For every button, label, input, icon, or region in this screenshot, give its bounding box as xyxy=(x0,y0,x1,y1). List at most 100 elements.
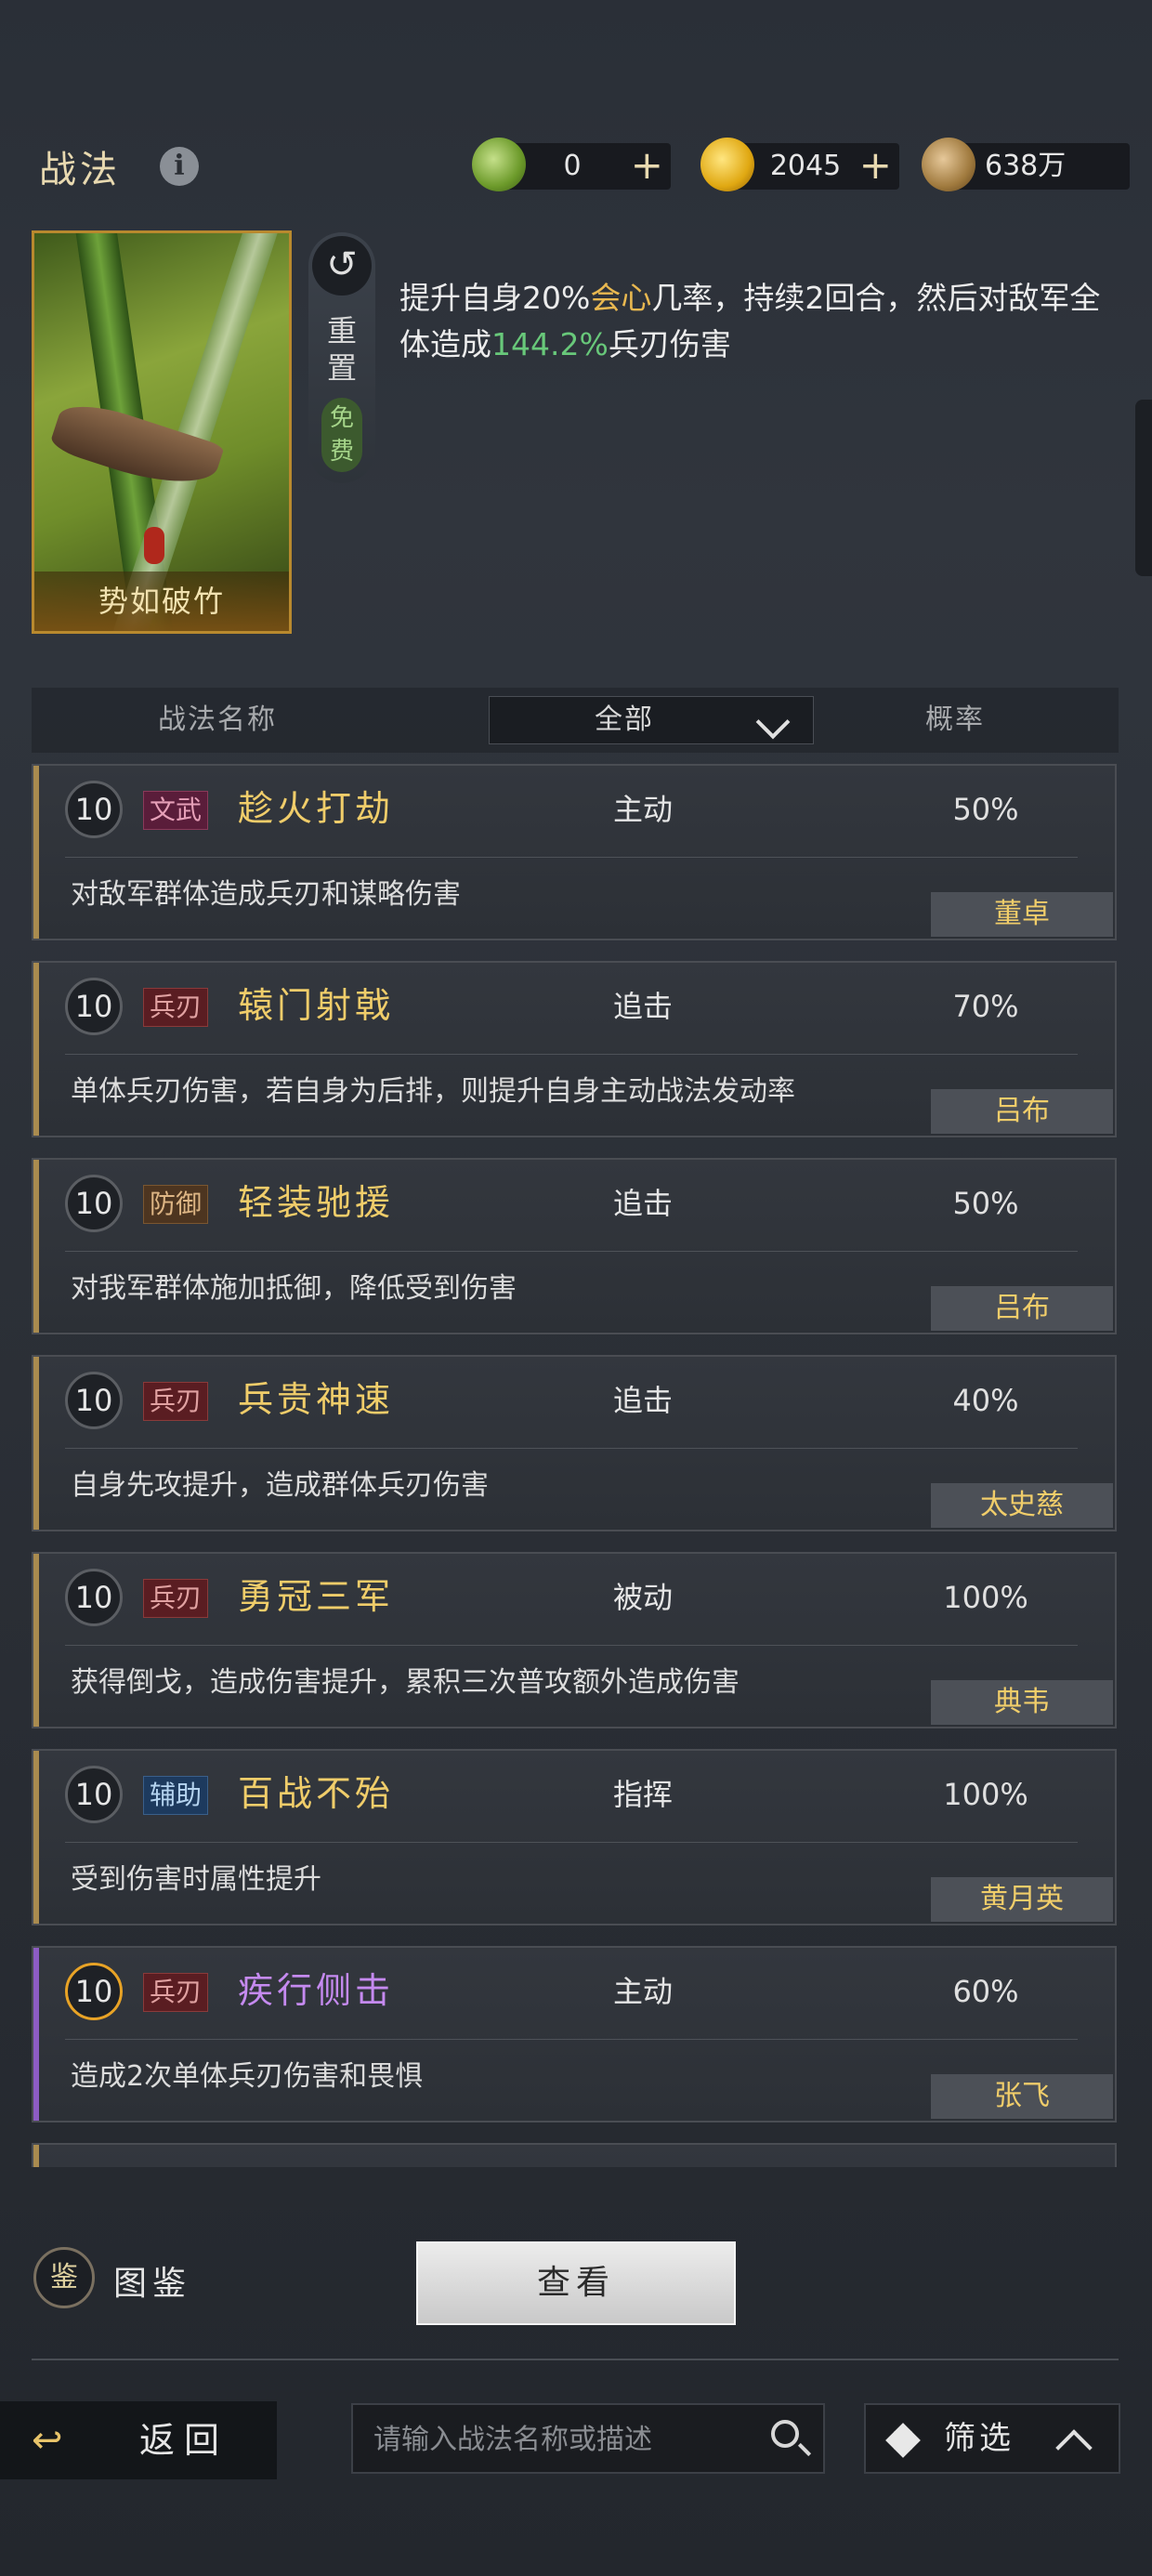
type-filter-dropdown[interactable]: 全部 xyxy=(489,696,814,744)
free-badge: 免费 xyxy=(321,398,362,472)
general-button[interactable]: 太史慈 xyxy=(931,1483,1113,1528)
refresh-icon[interactable]: ↺ xyxy=(312,236,372,296)
column-header-rate: 概率 xyxy=(925,703,985,736)
filter-label: 筛选 xyxy=(944,2420,1015,2457)
general-button[interactable]: 吕布 xyxy=(931,1286,1113,1331)
divider xyxy=(32,2359,1119,2360)
row-accent-bar xyxy=(33,963,39,1136)
page-title: 战法 xyxy=(39,149,121,191)
skill-tag: 兵刃 xyxy=(143,1973,209,2012)
skill-type: 主动 xyxy=(613,1974,674,2009)
search-box[interactable] xyxy=(351,2403,825,2474)
chevron-down-icon xyxy=(755,704,791,740)
row-divider xyxy=(65,1251,1078,1252)
skill-row-partial[interactable] xyxy=(32,2143,1117,2167)
currency-value: 638万 xyxy=(985,150,1067,182)
general-button[interactable]: 吕布 xyxy=(931,1089,1113,1134)
skill-rate: 100% xyxy=(943,1777,1028,1812)
skill-type: 被动 xyxy=(613,1580,674,1615)
skill-rate: 40% xyxy=(952,1383,1019,1418)
skill-row[interactable]: 10 防御 轻装驰援 追击 50% 对我军群体施加抵御，降低受到伤害 吕布 xyxy=(32,1158,1117,1334)
skill-list[interactable]: 10 文武 趁火打劫 主动 50% 对敌军群体造成兵刃和谋略伤害 董卓 10 兵刃 辕门射戟 追击 7… xyxy=(32,764,1119,2167)
skill-row-description: 造成2次单体兵刃伤害和畏惧 xyxy=(71,2060,424,2093)
skill-row[interactable]: 10 兵刃 疾行侧击 主动 60% 造成2次单体兵刃伤害和畏惧 张飞 xyxy=(32,1946,1117,2123)
skill-rate: 70% xyxy=(952,989,1019,1024)
back-button[interactable]: ↩ 返回 xyxy=(0,2401,277,2479)
reset-button[interactable]: ↺ 重置 免费 xyxy=(308,232,375,483)
skill-tag: 防御 xyxy=(143,1185,209,1224)
row-accent-bar xyxy=(33,2145,39,2167)
codex-icon[interactable]: 鉴 xyxy=(33,2247,95,2308)
jade-coin-icon xyxy=(472,138,526,191)
reset-label: 重置 xyxy=(326,313,357,386)
row-accent-bar xyxy=(33,766,39,939)
desc-highlight: 会心 xyxy=(590,280,652,316)
currency-jade: 0 + xyxy=(472,138,671,191)
skill-name: 趁火打劫 xyxy=(238,788,395,829)
filter-button[interactable]: 筛选 xyxy=(864,2403,1120,2474)
skill-row-description: 对敌军群体造成兵刃和谋略伤害 xyxy=(71,878,461,911)
skill-row[interactable]: 10 兵刃 勇冠三军 被动 100% 获得倒戈，造成伤害提升，累积三次普攻额外造成伤害 典韦 xyxy=(32,1552,1117,1728)
row-divider xyxy=(65,1842,1078,1843)
currency-value: 0 xyxy=(563,150,582,182)
skill-tag: 兵刃 xyxy=(143,1382,209,1421)
row-divider xyxy=(65,1448,1078,1449)
dropdown-value: 全部 xyxy=(595,703,654,736)
back-arrow-icon: ↩ xyxy=(32,2419,63,2462)
skill-level: 10 xyxy=(65,781,123,838)
blood-mark xyxy=(144,527,164,564)
skill-tag: 文武 xyxy=(143,791,209,830)
skill-name: 疾行侧击 xyxy=(238,1970,395,2011)
search-icon[interactable] xyxy=(771,2420,799,2448)
skill-level: 10 xyxy=(65,978,123,1035)
search-input[interactable] xyxy=(372,2414,747,2464)
currency-value: 2045 xyxy=(769,150,842,182)
skill-type: 主动 xyxy=(613,792,674,827)
desc-text: 兵刃伤害 xyxy=(608,326,731,362)
row-divider xyxy=(65,857,1078,858)
skill-row-description: 自身先攻提升，造成群体兵刃伤害 xyxy=(71,1469,489,1502)
skill-tag: 兵刃 xyxy=(143,1579,209,1618)
plus-icon[interactable]: + xyxy=(631,143,663,190)
row-divider xyxy=(65,1645,1078,1646)
skill-row[interactable]: 10 兵刃 辕门射戟 追击 70% 单体兵刃伤害，若自身为后排，则提升自身主动战法发动率 吕… xyxy=(32,961,1117,1137)
skill-rate: 50% xyxy=(952,792,1019,827)
row-divider xyxy=(65,1054,1078,1055)
gold-coin-icon xyxy=(700,138,754,191)
desc-text: 提升自身20% xyxy=(399,280,591,316)
skill-row-description: 对我军群体施加抵御，降低受到伤害 xyxy=(71,1272,517,1305)
skill-row[interactable]: 10 文武 趁火打劫 主动 50% 对敌军群体造成兵刃和谋略伤害 董卓 xyxy=(32,764,1117,940)
skill-rate: 50% xyxy=(952,1186,1019,1221)
skill-row-description: 受到伤害时属性提升 xyxy=(71,1863,321,1896)
skill-tag: 辅助 xyxy=(143,1776,209,1815)
currency-copper: 638万 xyxy=(922,138,1130,191)
row-accent-bar xyxy=(33,1554,39,1727)
plus-icon[interactable]: + xyxy=(859,143,892,190)
skill-row-description: 获得倒戈，造成伤害提升，累积三次普攻额外造成伤害 xyxy=(71,1666,740,1699)
skill-row[interactable]: 10 辅助 百战不殆 指挥 100% 受到伤害时属性提升 黄月英 xyxy=(32,1749,1117,1925)
general-button[interactable]: 董卓 xyxy=(931,892,1113,937)
row-accent-bar xyxy=(33,1357,39,1530)
side-handle[interactable] xyxy=(1135,400,1152,576)
skill-level: 10 xyxy=(65,1569,123,1626)
general-button[interactable]: 黄月英 xyxy=(931,1877,1113,1922)
skill-name: 勇冠三军 xyxy=(238,1576,395,1617)
currency-gold: 2045 + xyxy=(700,138,899,191)
skill-description: 提升自身20%会心几率，持续2回合，然后对敌军全体造成144.2%兵刃伤害 xyxy=(399,275,1115,368)
skill-tag: 兵刃 xyxy=(143,988,209,1027)
back-label: 返回 xyxy=(139,2420,229,2461)
view-button[interactable]: 查看 xyxy=(416,2241,736,2325)
row-accent-bar xyxy=(33,1751,39,1924)
skill-level: 10 xyxy=(65,1175,123,1232)
skill-row-description: 单体兵刃伤害，若自身为后排，则提升自身主动战法发动率 xyxy=(71,1075,795,1108)
column-header-name: 战法名称 xyxy=(158,703,277,736)
general-button[interactable]: 典韦 xyxy=(931,1680,1113,1725)
info-icon[interactable]: i xyxy=(160,147,199,186)
skill-level: 10 xyxy=(65,1766,123,1823)
copper-coin-icon xyxy=(922,138,975,191)
skill-row[interactable]: 10 兵刃 兵贵神速 追击 40% 自身先攻提升，造成群体兵刃伤害 太史慈 xyxy=(32,1355,1117,1531)
skill-card: 势如破竹 xyxy=(32,230,292,634)
codex-label[interactable]: 图鉴 xyxy=(113,2256,191,2305)
skill-type: 指挥 xyxy=(613,1777,674,1812)
general-button[interactable]: 张飞 xyxy=(931,2074,1113,2119)
